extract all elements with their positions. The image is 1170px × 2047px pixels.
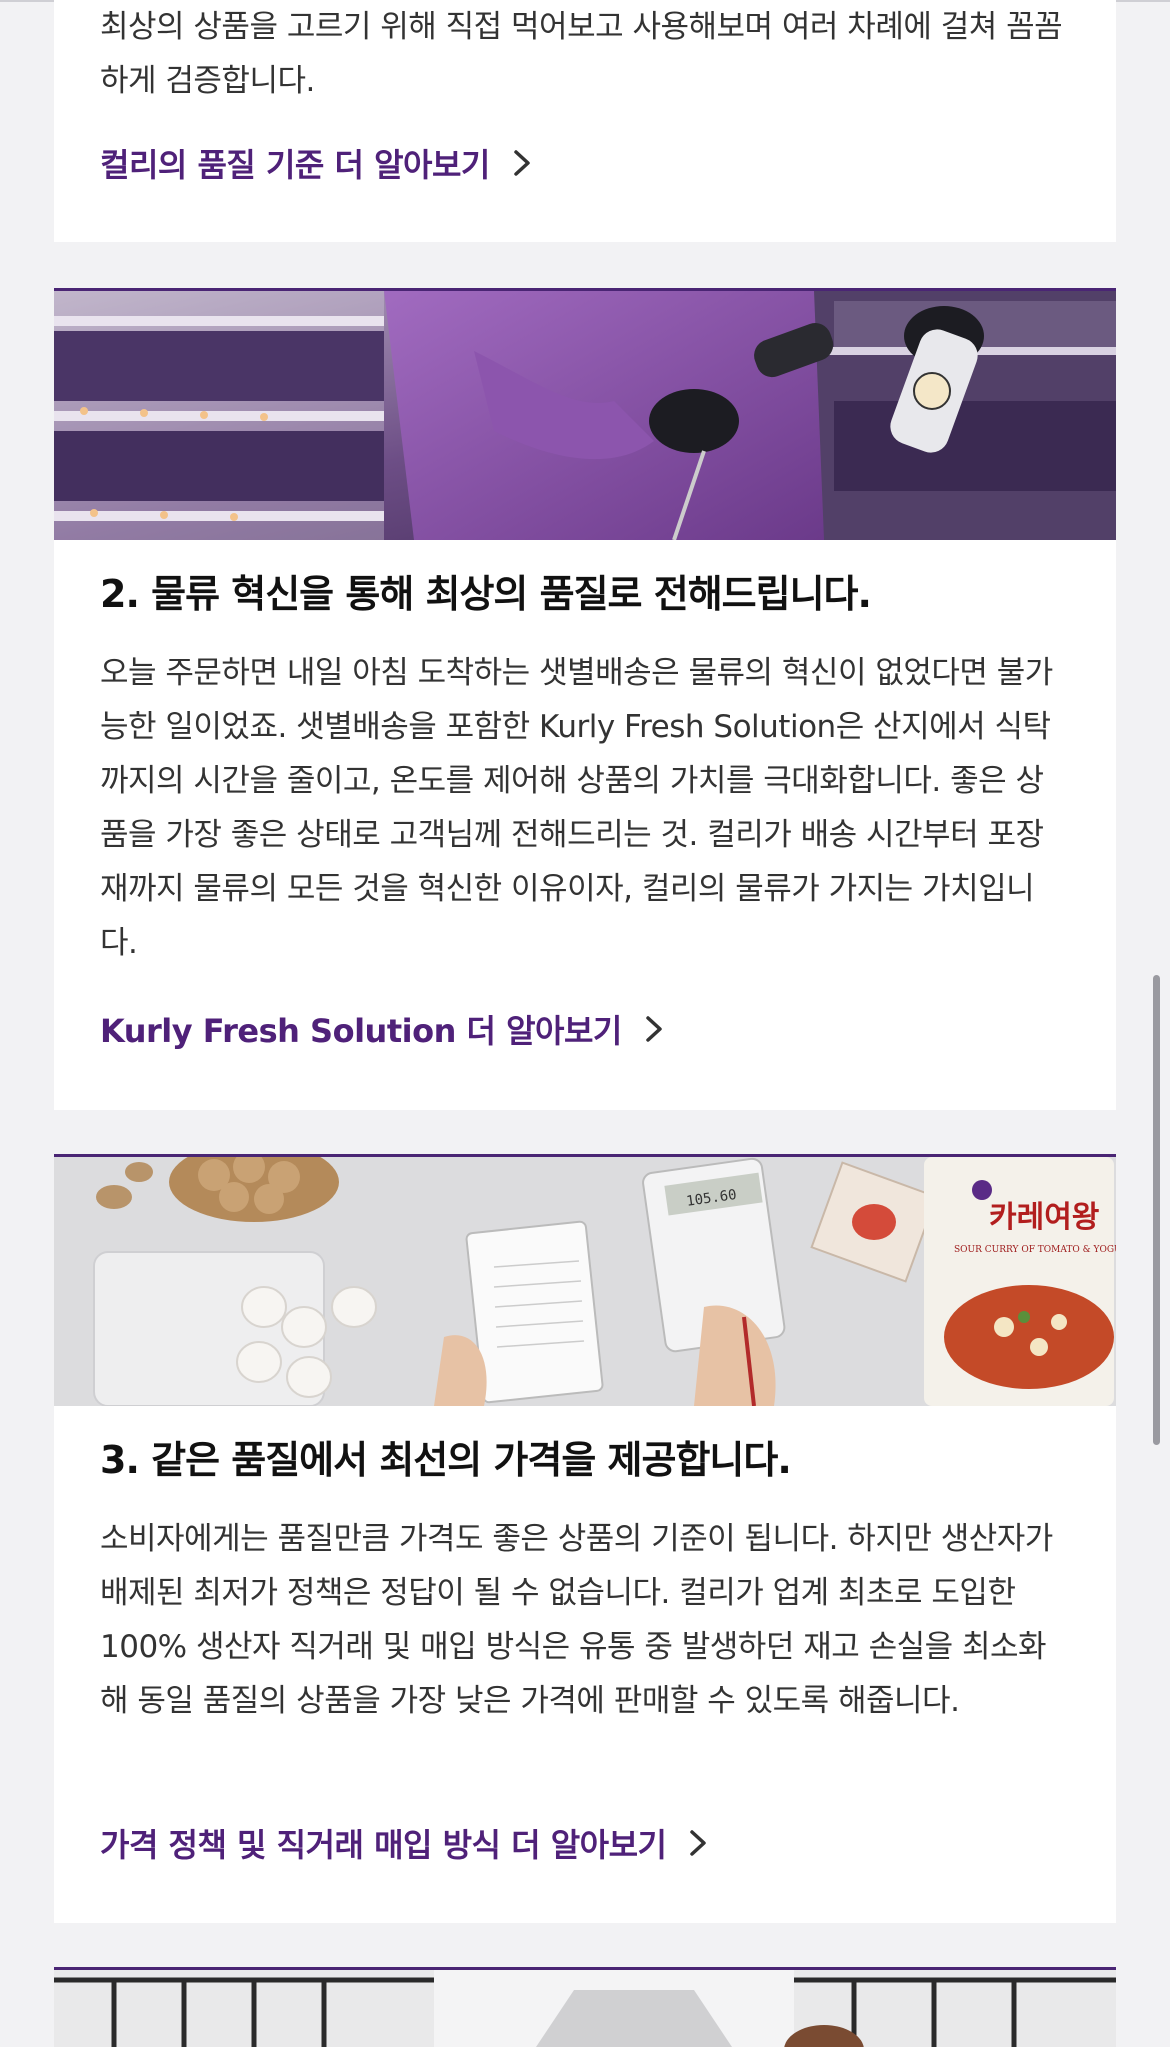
quality-text-block: 최상의 상품을 고르기 위해 직접 먹어보고 사용해보며 여러 차례에 걸쳐 꼼… bbox=[100, 0, 1070, 108]
logistics-description: 오늘 주문하면 내일 아침 도착하는 샛별배송은 물류의 혁신이 없었다면 불가… bbox=[100, 655, 1053, 961]
chevron-right-icon bbox=[514, 150, 530, 176]
quality-standard-link-label: 컬리의 품질 기준 더 알아보기 bbox=[100, 146, 490, 184]
logistics-text-block: 2. 물류 혁신을 통해 최상의 품질로 전해드립니다. 오늘 주문하면 내일 … bbox=[100, 563, 1070, 970]
groceries-image: 105.60 카레여왕 SOUR CURRY OF TOMATO & YOGUR… bbox=[54, 1157, 1116, 1406]
logistics-card: 2. 물류 혁신을 통해 최상의 품질로 전해드립니다. 오늘 주문하면 내일 … bbox=[54, 288, 1116, 1110]
kurly-fresh-solution-link-label: Kurly Fresh Solution 더 알아보기 bbox=[100, 1012, 622, 1050]
price-policy-link-label: 가격 정책 및 직거래 매입 방식 더 알아보기 bbox=[100, 1826, 667, 1864]
logistics-photo bbox=[54, 291, 1116, 540]
quality-standard-link[interactable]: 컬리의 품질 기준 더 알아보기 bbox=[100, 140, 538, 186]
kitchen-image bbox=[54, 1970, 1116, 2047]
price-card: 105.60 카레여왕 SOUR CURRY OF TOMATO & YOGUR… bbox=[54, 1154, 1116, 1923]
price-description: 소비자에게는 품질만큼 가격도 좋은 상품의 기준이 됩니다. 하지만 생산자가… bbox=[100, 1521, 1053, 1719]
quality-description: 최상의 상품을 고르기 위해 직접 먹어보고 사용해보며 여러 차례에 걸쳐 꼼… bbox=[100, 9, 1063, 99]
next-card bbox=[54, 1967, 1116, 2047]
curry-product-subtext: SOUR CURRY OF TOMATO & YOGURT bbox=[954, 1245, 1116, 1255]
price-photo: 105.60 카레여왕 SOUR CURRY OF TOMATO & YOGUR… bbox=[54, 1157, 1116, 1406]
price-title: 3. 같은 품질에서 최선의 가격을 제공합니다. bbox=[100, 1438, 792, 1482]
quality-card: 최상의 상품을 고르기 위해 직접 먹어보고 사용해보며 여러 차례에 걸쳐 꼼… bbox=[54, 0, 1116, 242]
chevron-right-icon bbox=[690, 1830, 707, 1856]
price-policy-link[interactable]: 가격 정책 및 직거래 매입 방식 더 알아보기 bbox=[100, 1820, 714, 1866]
kurly-fresh-solution-link[interactable]: Kurly Fresh Solution 더 알아보기 bbox=[100, 1006, 670, 1052]
logistics-title: 2. 물류 혁신을 통해 최상의 품질로 전해드립니다. bbox=[100, 572, 872, 616]
scrollbar-thumb[interactable] bbox=[1153, 975, 1160, 1445]
curry-product-name: 카레여왕 bbox=[989, 1200, 1099, 1235]
chevron-right-icon bbox=[646, 1016, 662, 1042]
price-text-block: 3. 같은 품질에서 최선의 가격을 제공합니다. 소비자에게는 품질만큼 가격… bbox=[100, 1429, 1070, 1728]
warehouse-image bbox=[54, 291, 1116, 540]
